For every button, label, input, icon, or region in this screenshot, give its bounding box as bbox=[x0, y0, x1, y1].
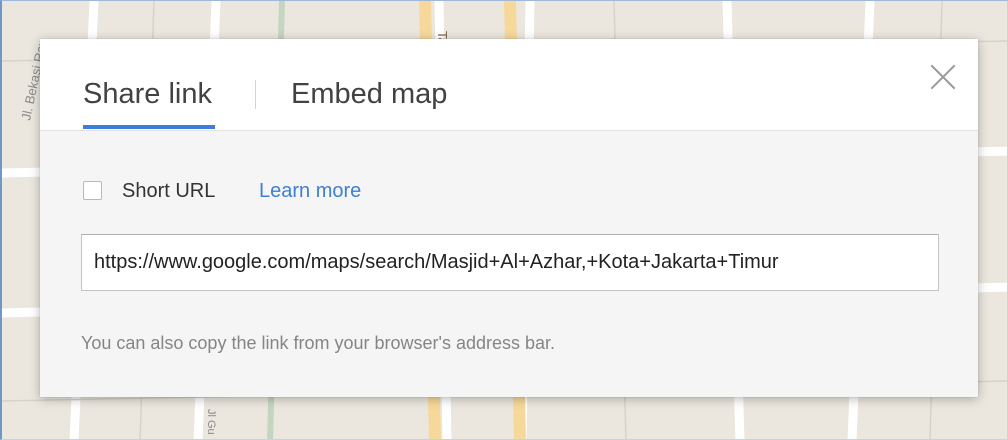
share-url-input[interactable] bbox=[81, 234, 939, 291]
active-tab-indicator bbox=[83, 125, 215, 129]
short-url-checkbox[interactable] bbox=[83, 181, 102, 200]
tab-divider bbox=[255, 80, 256, 109]
map-viewport[interactable]: Jl. Bekasi Ray Ta Jl Gu Share link Embed… bbox=[0, 0, 1008, 440]
dialog-tab-bar: Share link Embed map bbox=[40, 39, 978, 131]
map-street-label: Jl Gu bbox=[205, 409, 217, 435]
close-icon bbox=[930, 64, 956, 90]
address-bar-hint: You can also copy the link from your bro… bbox=[81, 333, 556, 353]
close-button[interactable] bbox=[929, 63, 957, 91]
short-url-label: Short URL bbox=[122, 180, 216, 202]
short-url-row: Short URL Learn more bbox=[83, 179, 943, 205]
tab-share-link[interactable]: Share link bbox=[83, 77, 212, 111]
tab-embed-map[interactable]: Embed map bbox=[291, 77, 447, 111]
learn-more-link[interactable]: Learn more bbox=[259, 179, 361, 204]
share-dialog: Share link Embed map Short URL Learn mor… bbox=[40, 39, 978, 397]
